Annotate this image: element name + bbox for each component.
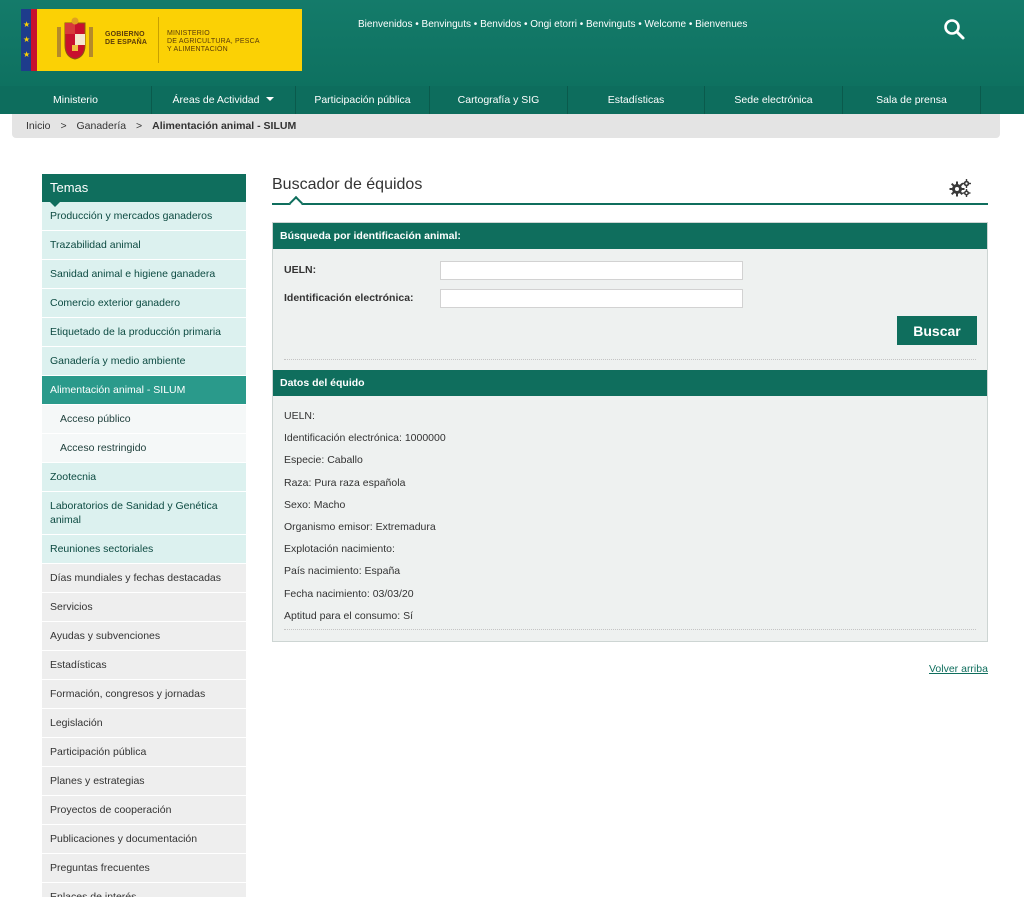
sidebar-item-silum[interactable]: Alimentación animal - SILUM — [42, 376, 246, 405]
ministerio-line2: DE AGRICULTURA, PESCA — [167, 38, 260, 45]
sidebar-item-participacion[interactable]: Participación pública — [42, 738, 246, 767]
search-icon[interactable] — [942, 17, 966, 41]
nav-item-estadisticas[interactable]: Estadísticas — [568, 86, 705, 114]
sidebar-item-etiquetado[interactable]: Etiquetado de la producción primaria — [42, 318, 246, 347]
datos-aptitud: Aptitud para el consumo: Sí — [284, 609, 413, 622]
datos-especie: Especie: Caballo — [284, 454, 363, 467]
datos-sexo: Sexo: Macho — [284, 498, 346, 511]
divider — [284, 359, 976, 360]
sidebar-item-formacion[interactable]: Formación, congresos y jornadas — [42, 680, 246, 709]
page-title: Buscador de équidos — [272, 176, 423, 193]
sidebar-item-comercio[interactable]: Comercio exterior ganadero — [42, 289, 246, 318]
sidebar-item-laboratorios[interactable]: Laboratorios de Sanidad y Genética anima… — [42, 492, 246, 535]
datos-explotacion: Explotación nacimiento: — [284, 543, 395, 556]
nav-item-areas[interactable]: Áreas de Actividad — [152, 86, 296, 114]
main-nav: Ministerio Áreas de Actividad Participac… — [0, 86, 1024, 114]
breadcrumb-inicio[interactable]: Inicio — [26, 120, 51, 132]
datos-fecha: Fecha nacimiento: 03/03/20 — [284, 587, 414, 600]
coat-of-arms-icon — [57, 17, 93, 60]
breadcrumb: Inicio > Ganadería > Alimentación animal… — [12, 114, 1000, 138]
ueln-label: UELN: — [284, 264, 317, 276]
gobierno-text: GOBIERNO DE ESPAÑA — [105, 31, 147, 47]
sidebar-subitem-acceso-publico[interactable]: Acceso público — [42, 405, 246, 434]
nav-label: Participación pública — [314, 94, 411, 106]
sidebar-item-reuniones[interactable]: Reuniones sectoriales — [42, 535, 246, 564]
title-rule — [272, 203, 988, 205]
main-content: Buscador de équidos Búsqueda por identif… — [272, 174, 988, 642]
datos-panel-title: Datos del équido — [273, 370, 987, 396]
sidebar-item-estadisticas[interactable]: Estadísticas — [42, 651, 246, 680]
welcome-languages[interactable]: Bienvenidos • Benvinguts • Benvidos • On… — [358, 19, 747, 30]
sidebar-item-sanidad[interactable]: Sanidad animal e higiene ganadera — [42, 260, 246, 289]
sidebar-item-planes[interactable]: Planes y estrategias — [42, 767, 246, 796]
nav-label: Estadísticas — [607, 94, 665, 106]
sidebar-item-produccion[interactable]: Producción y mercados ganaderos — [42, 202, 246, 231]
datos-organismo: Organismo emisor: Extremadura — [284, 520, 436, 533]
datos-ueln: UELN: — [284, 410, 315, 422]
sidebar-item-medio-ambiente[interactable]: Ganadería y medio ambiente — [42, 347, 246, 376]
government-logo[interactable]: ★ ★ ★ GOBIERNO DE ESPAÑA MINISTERIO DE A… — [21, 9, 302, 71]
nav-item-participacion[interactable]: Participación pública — [296, 86, 430, 114]
breadcrumb-ganaderia[interactable]: Ganadería — [77, 120, 127, 132]
sidebar: Temas Producción y mercados ganaderos Tr… — [42, 174, 246, 897]
sidebar-item-dias-mundiales[interactable]: Días mundiales y fechas destacadas — [42, 564, 246, 593]
sidebar-item-legislacion[interactable]: Legislación — [42, 709, 246, 738]
datos-list: UELN: Identificación electrónica: 100000… — [284, 409, 446, 631]
ueln-input[interactable] — [440, 261, 743, 280]
nav-item-ministerio[interactable]: Ministerio — [0, 86, 152, 114]
breadcrumb-current: Alimentación animal - SILUM — [152, 120, 297, 132]
search-panel-title: Búsqueda por identificación animal: — [273, 223, 987, 249]
ministerio-line3: Y ALIMENTACIÓN — [167, 46, 228, 53]
ministerio-line1: MINISTERIO — [167, 30, 210, 37]
nav-label: Ministerio — [53, 94, 98, 106]
nav-label: Sede electrónica — [734, 94, 813, 106]
nav-item-cartografia[interactable]: Cartografía y SIG — [430, 86, 568, 114]
star-icon: ★ — [23, 35, 31, 44]
sidebar-item-trazabilidad[interactable]: Trazabilidad animal — [42, 231, 246, 260]
buscar-button[interactable]: Buscar — [897, 316, 977, 345]
gobierno-line1: GOBIERNO — [105, 31, 145, 38]
nav-label: Áreas de Actividad — [172, 94, 260, 106]
sidebar-item-proyectos[interactable]: Proyectos de cooperación — [42, 796, 246, 825]
ministerio-text: MINISTERIO DE AGRICULTURA, PESCA Y ALIME… — [167, 30, 260, 54]
divider — [284, 629, 976, 630]
logo-divider — [158, 17, 159, 63]
sidebar-title: Temas — [42, 174, 246, 207]
sidebar-subitem-acceso-restringido[interactable]: Acceso restringido — [42, 434, 246, 463]
id-electronica-label: Identificación electrónica: — [284, 292, 414, 304]
site-header: ★ ★ ★ GOBIERNO DE ESPAÑA MINISTERIO DE A… — [0, 0, 1024, 86]
datos-pais: País nacimiento: España — [284, 565, 401, 578]
sidebar-item-zootecnia[interactable]: Zootecnia — [42, 463, 246, 492]
nav-label: Cartografía y SIG — [457, 94, 540, 106]
star-icon: ★ — [23, 20, 31, 29]
search-panel: Búsqueda por identificación animal: UELN… — [272, 222, 988, 642]
sidebar-item-publicaciones[interactable]: Publicaciones y documentación — [42, 825, 246, 854]
gobierno-line2: DE ESPAÑA — [105, 39, 148, 46]
nav-label: Sala de prensa — [876, 94, 947, 106]
sidebar-item-enlaces[interactable]: Enlaces de interés — [42, 883, 246, 897]
sidebar-item-ayudas[interactable]: Ayudas y subvenciones — [42, 622, 246, 651]
id-electronica-input[interactable] — [440, 289, 743, 308]
eu-flag-stripe: ★ ★ ★ — [21, 9, 43, 71]
volver-arriba-link[interactable]: Volver arriba — [929, 663, 988, 675]
datos-identificacion: Identificación electrónica: 1000000 — [284, 432, 446, 445]
breadcrumb-separator: > — [136, 120, 143, 132]
gears-icon[interactable] — [948, 178, 972, 198]
datos-raza: Raza: Pura raza española — [284, 476, 406, 489]
nav-item-prensa[interactable]: Sala de prensa — [843, 86, 981, 114]
sidebar-item-servicios[interactable]: Servicios — [42, 593, 246, 622]
star-icon: ★ — [23, 50, 31, 59]
caret-down-icon — [266, 97, 275, 101]
nav-item-sede[interactable]: Sede electrónica — [705, 86, 843, 114]
breadcrumb-separator: > — [60, 120, 67, 132]
sidebar-item-preguntas[interactable]: Preguntas frecuentes — [42, 854, 246, 883]
